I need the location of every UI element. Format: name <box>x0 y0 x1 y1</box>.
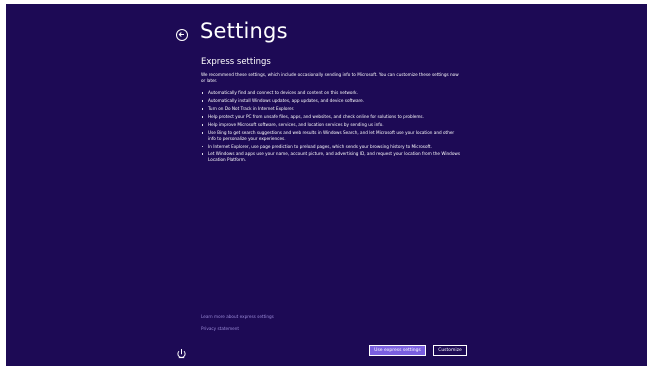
back-button[interactable] <box>176 29 188 41</box>
section-title: Express settings <box>201 57 271 67</box>
intro-text: We recommend these settings, which inclu… <box>201 72 459 83</box>
list-item: Let Windows and apps use your name, acco… <box>201 151 463 162</box>
settings-list: Automatically find and connect to device… <box>201 90 463 165</box>
list-item: Help protect your PC from unsafe files, … <box>201 114 463 120</box>
oobe-screen: Settings Express settings We recommend t… <box>6 4 647 366</box>
use-express-settings-button[interactable]: Use express settings <box>369 345 426 356</box>
list-item: Use Bing to get search suggestions and w… <box>201 130 463 141</box>
list-item: Turn on Do Not Track in Internet Explore… <box>201 106 463 112</box>
list-item: Automatically install Windows updates, a… <box>201 98 463 104</box>
list-item: In Internet Explorer, use page predictio… <box>201 144 463 150</box>
privacy-statement-link[interactable]: Privacy statement <box>201 326 239 331</box>
list-item: Automatically find and connect to device… <box>201 90 463 96</box>
ease-of-access-icon[interactable] <box>176 344 187 359</box>
list-item: Help improve Microsoft software, service… <box>201 122 463 128</box>
customize-button[interactable]: Customize <box>433 345 467 356</box>
back-arrow-icon <box>178 32 184 37</box>
page-title: Settings <box>200 19 288 43</box>
learn-more-link[interactable]: Learn more about express settings <box>201 314 274 319</box>
